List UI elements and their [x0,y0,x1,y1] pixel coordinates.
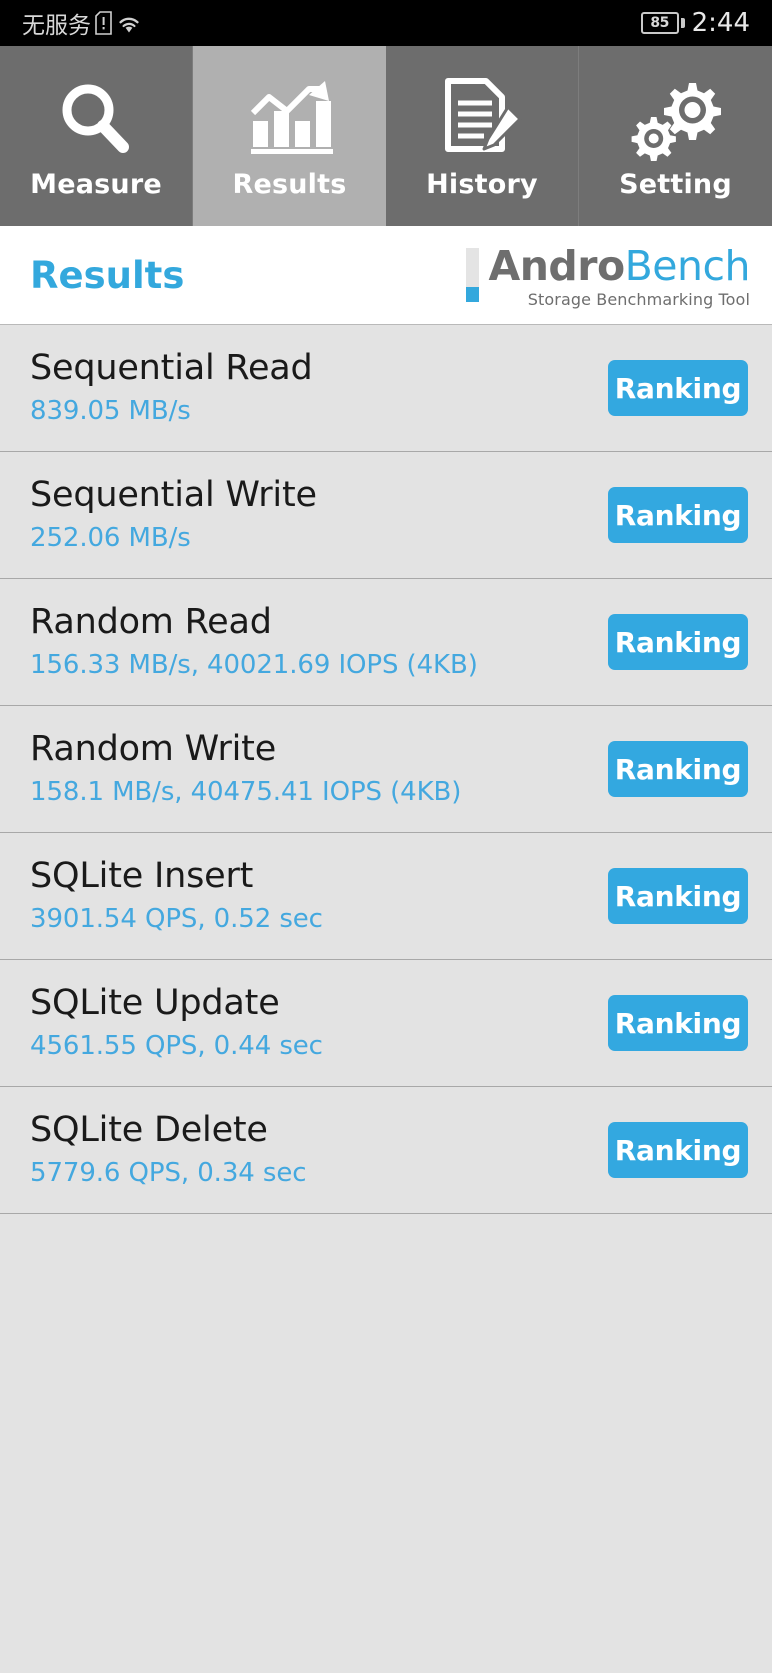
magnifier-icon [54,73,138,165]
tab-results[interactable]: Results [193,46,386,226]
row-texts: Random Read 156.33 MB/s, 40021.69 IOPS (… [30,601,478,683]
ranking-button[interactable]: Ranking [608,995,748,1051]
result-value: 4561.55 QPS, 0.44 sec [30,1031,323,1061]
tab-setting[interactable]: Setting [579,46,772,226]
result-value: 158.1 MB/s, 40475.41 IOPS (4KB) [30,777,462,807]
sim-alert-icon [95,11,112,35]
result-value: 839.05 MB/s [30,396,191,426]
result-title: Sequential Read [30,348,313,388]
row-texts: SQLite Delete 5779.6 QPS, 0.34 sec [30,1109,307,1191]
tab-measure[interactable]: Measure [0,46,193,226]
ranking-button[interactable]: Ranking [608,1122,748,1178]
ranking-button[interactable]: Ranking [608,868,748,924]
tab-history-label: History [426,168,538,200]
brand-name: AndroBench [488,245,750,288]
bar-chart-trend-icon [247,73,333,165]
document-pencil-icon [440,73,524,165]
table-row[interactable]: SQLite Update 4561.55 QPS, 0.44 sec Rank… [0,960,772,1087]
page-title: Results [30,253,185,297]
status-bar: 无服务 85 2:44 [0,0,772,46]
result-title: Sequential Write [30,475,317,515]
result-value: 252.06 MB/s [30,523,191,553]
tab-bar: Measure Results History Setting [0,46,772,226]
page-header: Results AndroBench Storage Benchmarking … [0,226,772,325]
table-row[interactable]: Sequential Write 252.06 MB/s Ranking [0,452,772,579]
brand-text: AndroBench Storage Benchmarking Tool [488,245,750,310]
result-title: Random Write [30,729,277,769]
results-list: Sequential Read 839.05 MB/s Ranking Sequ… [0,325,772,1672]
row-texts: SQLite Update 4561.55 QPS, 0.44 sec [30,982,323,1064]
battery-icon: 85 [640,12,679,34]
gears-icon [630,73,722,165]
result-value: 5779.6 QPS, 0.34 sec [30,1158,307,1188]
table-row[interactable]: SQLite Insert 3901.54 QPS, 0.52 sec Rank… [0,833,772,960]
brand-bar-icon [466,248,480,302]
tab-results-label: Results [232,168,347,200]
brand-subtitle: Storage Benchmarking Tool [527,290,750,309]
row-texts: Sequential Read 839.05 MB/s [30,347,313,429]
clock-label: 2:44 [691,8,750,38]
result-value: 156.33 MB/s, 40021.69 IOPS (4KB) [30,650,478,680]
brand-name-andro: Andro [488,242,625,290]
row-texts: Random Write 158.1 MB/s, 40475.41 IOPS (… [30,728,461,810]
battery-tip-icon [680,18,685,28]
brand-name-bench: Bench [624,242,751,290]
wifi-icon [116,12,141,34]
tab-history[interactable]: History [386,46,579,226]
ranking-button[interactable]: Ranking [608,487,748,543]
table-row[interactable]: Random Read 156.33 MB/s, 40021.69 IOPS (… [0,579,772,706]
table-row[interactable]: Sequential Read 839.05 MB/s Ranking [0,325,772,452]
result-value: 3901.54 QPS, 0.52 sec [30,904,323,934]
row-texts: Sequential Write 252.06 MB/s [30,474,317,556]
table-row[interactable]: SQLite Delete 5779.6 QPS, 0.34 sec Ranki… [0,1087,772,1214]
tab-measure-label: Measure [30,168,162,200]
ranking-button[interactable]: Ranking [608,360,748,416]
row-texts: SQLite Insert 3901.54 QPS, 0.52 sec [30,855,323,937]
status-bar-left: 无服务 [22,6,141,40]
tab-setting-label: Setting [619,168,732,200]
status-bar-right: 85 2:44 [640,8,750,38]
ranking-button[interactable]: Ranking [608,741,748,797]
result-title: SQLite Delete [30,1110,268,1150]
androbench-logo: AndroBench Storage Benchmarking Tool [466,241,751,310]
carrier-label: 无服务 [22,13,91,39]
result-title: Random Read [30,602,272,642]
result-title: SQLite Insert [30,856,254,896]
table-row[interactable]: Random Write 158.1 MB/s, 40475.41 IOPS (… [0,706,772,833]
ranking-button[interactable]: Ranking [608,614,748,670]
result-title: SQLite Update [30,983,280,1023]
